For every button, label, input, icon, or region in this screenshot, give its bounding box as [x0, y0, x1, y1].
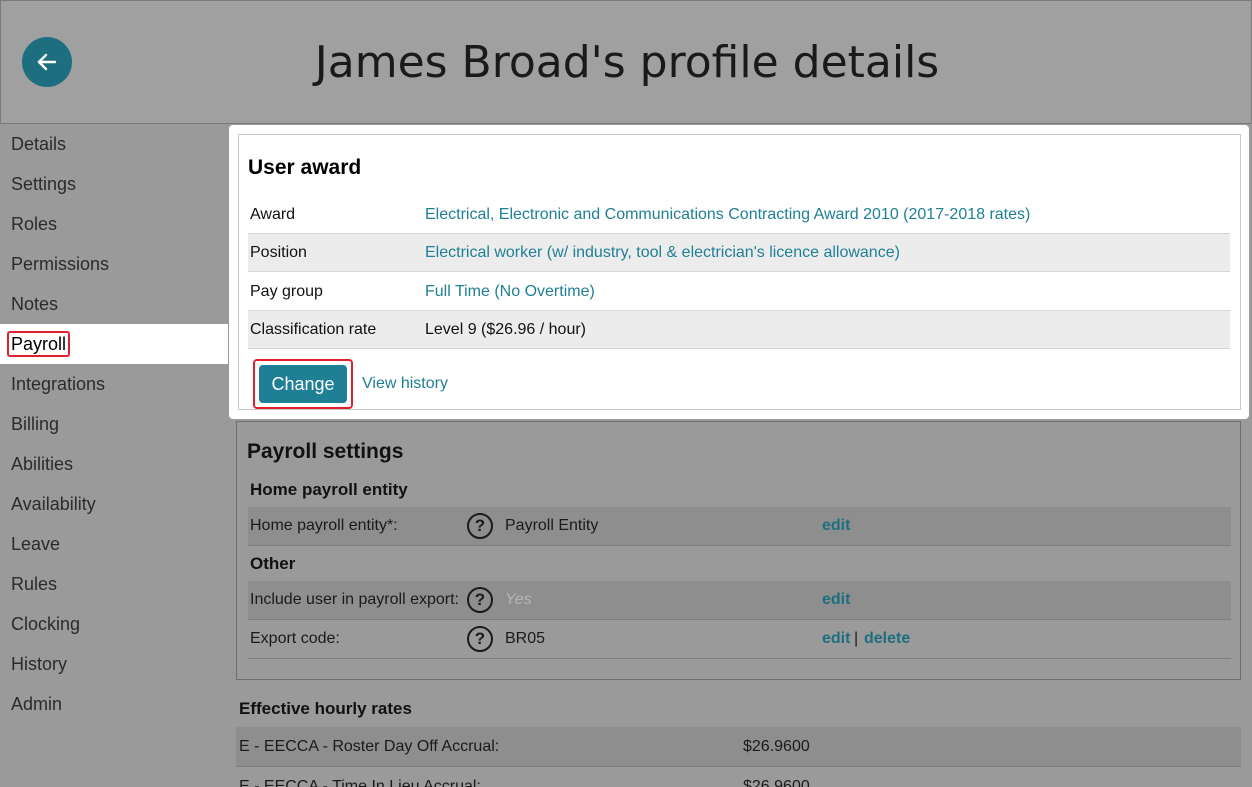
- classification-rate-row: Classification rate Level 9 ($26.96 / ho…: [248, 311, 1230, 349]
- rate-label: E - EECCA - Time In Lieu Accrual:: [239, 778, 481, 787]
- effective-hourly-rates-title: Effective hourly rates: [239, 699, 412, 718]
- user-award-title: User award: [248, 156, 362, 179]
- help-icon[interactable]: ?: [467, 587, 493, 613]
- sidebar-item-integrations[interactable]: Integrations: [0, 364, 228, 404]
- classification-rate-value: Level 9 ($26.96 / hour): [425, 321, 586, 338]
- home-payroll-entity-label: Home payroll entity*:: [250, 517, 398, 534]
- link-separator: |: [854, 630, 859, 647]
- pay-group-label: Pay group: [250, 283, 323, 300]
- help-icon[interactable]: ?: [467, 513, 493, 539]
- sidebar-item-availability[interactable]: Availability: [0, 484, 228, 524]
- other-heading: Other: [250, 554, 296, 573]
- rate-value: $26.9600: [743, 778, 810, 787]
- rate-label: E - EECCA - Roster Day Off Accrual:: [239, 738, 500, 755]
- help-icon[interactable]: ?: [467, 626, 493, 652]
- view-history-link[interactable]: View history: [362, 375, 448, 393]
- rate-row: E - EECCA - Roster Day Off Accrual: $26.…: [236, 727, 1241, 767]
- payroll-settings-panel: Payroll settings Home payroll entity Hom…: [236, 421, 1241, 680]
- change-button-highlight: Change: [253, 359, 353, 409]
- export-code-row: Export code: ? BR05 edit | delete: [248, 620, 1231, 659]
- rate-value: $26.9600: [743, 738, 810, 755]
- award-row: Award Electrical, Electronic and Communi…: [248, 196, 1230, 234]
- sidebar: Details Settings Roles Permissions Notes…: [0, 124, 228, 787]
- sidebar-item-label: Details: [11, 134, 67, 154]
- export-code-value: BR05: [505, 630, 546, 647]
- user-award-panel: User award Award Electrical, Electronic …: [229, 125, 1249, 419]
- home-payroll-entity-heading: Home payroll entity: [250, 480, 408, 499]
- home-payroll-entity-value: Payroll Entity: [505, 517, 599, 534]
- include-export-row: Include user in payroll export: ? Yes ed…: [248, 581, 1231, 620]
- sidebar-item-clocking[interactable]: Clocking: [0, 604, 228, 644]
- sidebar-item-permissions[interactable]: Permissions: [0, 244, 228, 284]
- sidebar-item-label: Billing: [11, 414, 60, 434]
- export-code-label: Export code:: [250, 630, 340, 647]
- position-row: Position Electrical worker (w/ industry,…: [248, 234, 1230, 272]
- pay-group-row: Pay group Full Time (No Overtime): [248, 273, 1230, 311]
- sidebar-item-label: Permissions: [11, 254, 110, 274]
- page-header: James Broad's profile details: [0, 0, 1252, 124]
- classification-rate-label: Classification rate: [250, 321, 377, 338]
- change-button[interactable]: Change: [259, 365, 347, 403]
- sidebar-item-label: Clocking: [11, 614, 81, 634]
- sidebar-item-label: Rules: [11, 574, 58, 594]
- sidebar-item-roles[interactable]: Roles: [0, 204, 228, 244]
- include-export-value: Yes: [505, 591, 532, 608]
- sidebar-item-billing[interactable]: Billing: [0, 404, 228, 444]
- sidebar-item-label: History: [11, 654, 68, 674]
- home-payroll-entity-row: Home payroll entity*: ? Payroll Entity e…: [248, 507, 1231, 546]
- edit-link[interactable]: edit: [822, 517, 850, 535]
- delete-link[interactable]: delete: [864, 630, 910, 648]
- sidebar-item-payroll[interactable]: Payroll: [0, 324, 228, 364]
- pay-group-link[interactable]: Full Time (No Overtime): [425, 283, 595, 301]
- sidebar-item-leave[interactable]: Leave: [0, 524, 228, 564]
- sidebar-item-label: Leave: [11, 534, 61, 554]
- rate-row: E - EECCA - Time In Lieu Accrual: $26.96…: [236, 767, 1241, 787]
- position-link[interactable]: Electrical worker (w/ industry, tool & e…: [425, 244, 900, 262]
- sidebar-item-admin[interactable]: Admin: [0, 684, 228, 724]
- sidebar-item-label: Roles: [11, 214, 58, 234]
- include-export-label: Include user in payroll export:: [250, 591, 459, 608]
- sidebar-item-label: Payroll: [7, 331, 71, 357]
- position-label: Position: [250, 244, 307, 261]
- sidebar-item-label: Abilities: [11, 454, 74, 474]
- edit-link[interactable]: edit: [822, 630, 850, 648]
- sidebar-item-details[interactable]: Details: [0, 124, 228, 164]
- sidebar-item-label: Integrations: [11, 374, 106, 394]
- sidebar-item-rules[interactable]: Rules: [0, 564, 228, 604]
- payroll-settings-title: Payroll settings: [247, 440, 404, 463]
- edit-link[interactable]: edit: [822, 591, 850, 609]
- sidebar-item-label: Admin: [11, 694, 63, 714]
- sidebar-item-notes[interactable]: Notes: [0, 284, 228, 324]
- sidebar-item-label: Notes: [11, 294, 59, 314]
- award-link[interactable]: Electrical, Electronic and Communication…: [425, 206, 1030, 224]
- sidebar-item-label: Settings: [11, 174, 77, 194]
- sidebar-item-abilities[interactable]: Abilities: [0, 444, 228, 484]
- sidebar-item-label: Availability: [11, 494, 96, 514]
- sidebar-item-history[interactable]: History: [0, 644, 228, 684]
- user-award-card: User award Award Electrical, Electronic …: [238, 134, 1241, 410]
- award-label: Award: [250, 206, 296, 223]
- sidebar-item-settings[interactable]: Settings: [0, 164, 228, 204]
- page-title: James Broad's profile details: [314, 37, 940, 88]
